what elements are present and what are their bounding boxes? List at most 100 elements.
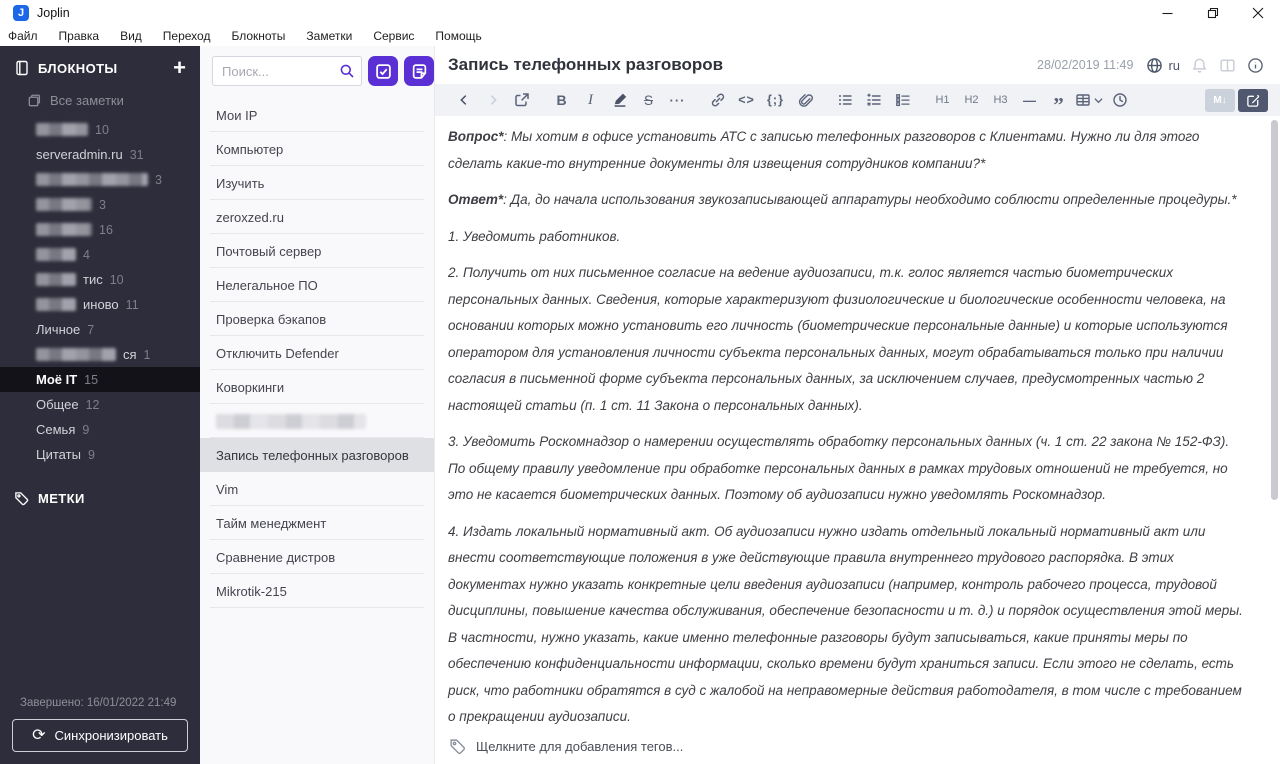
note-list-item[interactable]: Нелегальное ПО bbox=[200, 268, 434, 302]
sidebar-notebook-item[interactable]: 4 bbox=[0, 242, 200, 267]
note-list-item[interactable]: Сравнение дистров bbox=[200, 540, 434, 574]
restore-icon bbox=[1207, 7, 1218, 19]
blockquote-button[interactable]: ” bbox=[1046, 84, 1071, 117]
note-list-item[interactable]: Отключить Defender bbox=[200, 336, 434, 370]
redacted-notebook-label bbox=[36, 198, 92, 211]
spellcheck-locale[interactable]: ru bbox=[1168, 58, 1180, 73]
sidebar-notebook-item[interactable]: Общее 12 bbox=[0, 392, 200, 417]
horizontal-rule-button[interactable]: — bbox=[1017, 88, 1042, 112]
sidebar-notebook-item[interactable]: Личное 7 bbox=[0, 317, 200, 342]
strikethrough-button[interactable]: S bbox=[636, 88, 661, 112]
editor-toggle-button[interactable] bbox=[1238, 88, 1268, 112]
sidebar-notebook-item[interactable]: тис 10 bbox=[0, 267, 200, 292]
notebook-count: 16 bbox=[99, 222, 113, 237]
external-edit-button[interactable] bbox=[509, 88, 534, 112]
sidebar-notebook-item[interactable]: serveradmin.ru 31 bbox=[0, 142, 200, 167]
redacted-notebook-label bbox=[36, 223, 92, 236]
note-list-item[interactable]: Mikrotik-215 bbox=[200, 574, 434, 608]
sidebar-notebook-item[interactable]: Моё IT 15 bbox=[0, 367, 200, 392]
notebooks-header: БЛОКНОТЫ + bbox=[0, 46, 200, 87]
heading1-button[interactable]: H1 bbox=[930, 88, 955, 112]
note-list-item[interactable]: Тайм менеджмент bbox=[200, 506, 434, 540]
hyperlink-button[interactable] bbox=[705, 88, 730, 112]
menu-item-4[interactable]: Блокноты bbox=[231, 29, 285, 43]
sidebar-notebook-item[interactable]: Семья 9 bbox=[0, 417, 200, 442]
checkbox-list-button[interactable] bbox=[890, 88, 915, 112]
bulleted-list-button[interactable] bbox=[832, 88, 857, 112]
pen-button[interactable] bbox=[607, 88, 632, 112]
synchronise-button[interactable]: ⟳ Синхронизировать bbox=[12, 719, 188, 752]
note-properties-info-icon[interactable] bbox=[1247, 57, 1264, 74]
menu-item-7[interactable]: Помощь bbox=[435, 29, 481, 43]
italic-button[interactable]: I bbox=[578, 88, 603, 112]
menu-item-5[interactable]: Заметки bbox=[306, 29, 352, 43]
heading3-button[interactable]: H3 bbox=[988, 88, 1013, 112]
sync-button-label: Синхронизировать bbox=[54, 728, 168, 743]
note-paragraph: 4. Издать локальный нормативный акт. Об … bbox=[448, 523, 1243, 725]
redacted-note-title bbox=[216, 413, 366, 429]
insert-datetime-button[interactable] bbox=[1107, 88, 1132, 112]
all-notes-label: Все заметки bbox=[50, 93, 124, 108]
minimize-button[interactable] bbox=[1145, 0, 1190, 26]
notebook-count: 9 bbox=[87, 447, 95, 462]
note-list-item[interactable]: Запись телефонных разговоров bbox=[200, 438, 434, 472]
menu-item-2[interactable]: Вид bbox=[120, 29, 142, 43]
note-list-item[interactable]: Изучить bbox=[200, 166, 434, 200]
note-list-item[interactable] bbox=[200, 404, 434, 438]
more-formatting-button[interactable]: ··· bbox=[665, 88, 690, 112]
new-note-button[interactable] bbox=[404, 56, 434, 86]
sidebar-notebook-item[interactable]: 3 bbox=[0, 167, 200, 192]
close-icon bbox=[1252, 7, 1263, 19]
tag-bar[interactable]: Щелкните для добавления тегов... bbox=[435, 728, 1280, 764]
checkbox-icon bbox=[375, 63, 391, 79]
note-title-heading[interactable]: Запись телефонных разговоров bbox=[448, 55, 723, 75]
globe-icon[interactable] bbox=[1146, 57, 1163, 74]
editor-scrollbar-thumb[interactable] bbox=[1271, 120, 1278, 500]
note-list-item[interactable]: Проверка бэкапов bbox=[200, 302, 434, 336]
note-list-item[interactable]: zeroxzed.ru bbox=[200, 200, 434, 234]
restore-button[interactable] bbox=[1190, 0, 1235, 26]
note-paragraph: Вопрос*: Мы хотим в офисе установить АТС… bbox=[448, 129, 1200, 171]
layout-split-icon[interactable] bbox=[1219, 57, 1236, 74]
menu-item-6[interactable]: Сервис bbox=[373, 29, 414, 43]
sidebar-notebook-item[interactable]: 3 bbox=[0, 192, 200, 217]
tag-bar-label: Щелкните для добавления тегов... bbox=[476, 738, 684, 754]
app-title: Joplin bbox=[37, 6, 70, 20]
forward-button[interactable] bbox=[480, 88, 505, 112]
heading2-button[interactable]: H2 bbox=[959, 88, 984, 112]
menu-item-3[interactable]: Переход bbox=[163, 29, 211, 43]
menu-item-0[interactable]: Файл bbox=[8, 29, 38, 43]
menu-bar: Файл Правка Вид Переход Блокноты Заметки Серви… bbox=[0, 26, 1280, 46]
note-list-item[interactable]: Vim bbox=[200, 472, 434, 506]
code-block-button[interactable]: {;} bbox=[763, 88, 788, 112]
notebook-count: 12 bbox=[85, 397, 100, 412]
notebook-label: Личное bbox=[36, 322, 81, 337]
new-todo-button[interactable] bbox=[368, 56, 398, 86]
attach-file-button[interactable] bbox=[792, 88, 817, 112]
add-notebook-button[interactable]: + bbox=[173, 57, 186, 79]
insert-table-button[interactable] bbox=[1075, 88, 1103, 112]
note-title: Почтовый сервер bbox=[216, 243, 322, 259]
sidebar-notebook-item[interactable]: Цитаты 9 bbox=[0, 442, 200, 467]
all-notes-item[interactable]: Все заметки bbox=[0, 87, 200, 114]
tags-header: МЕТКИ bbox=[0, 483, 200, 513]
note-list-item[interactable]: Мои IP bbox=[200, 98, 434, 132]
close-button[interactable] bbox=[1235, 0, 1280, 26]
alarm-bell-icon[interactable] bbox=[1191, 57, 1208, 74]
paragraph-lead: Ответ* bbox=[448, 192, 504, 207]
note-list-item[interactable]: Почтовый сервер bbox=[200, 234, 434, 268]
note-list-item[interactable]: Коворкинги bbox=[200, 370, 434, 404]
numbered-list-button[interactable] bbox=[861, 88, 886, 112]
notebook-count: 3 bbox=[99, 197, 106, 212]
markdown-toggle-button[interactable]: M↓ bbox=[1205, 88, 1235, 112]
back-button[interactable] bbox=[451, 88, 476, 112]
sidebar-notebook-item[interactable]: ся 1 bbox=[0, 342, 200, 367]
menu-item-1[interactable]: Правка bbox=[59, 29, 100, 43]
sidebar-notebook-item[interactable]: 16 bbox=[0, 217, 200, 242]
bold-button[interactable]: B bbox=[549, 88, 574, 112]
note-list-item[interactable]: Компьютер bbox=[200, 132, 434, 166]
sidebar-notebook-item[interactable]: 10 bbox=[0, 117, 200, 142]
inline-code-button[interactable]: <> bbox=[734, 88, 759, 112]
sidebar-notebook-item[interactable]: иново 11 bbox=[0, 292, 200, 317]
